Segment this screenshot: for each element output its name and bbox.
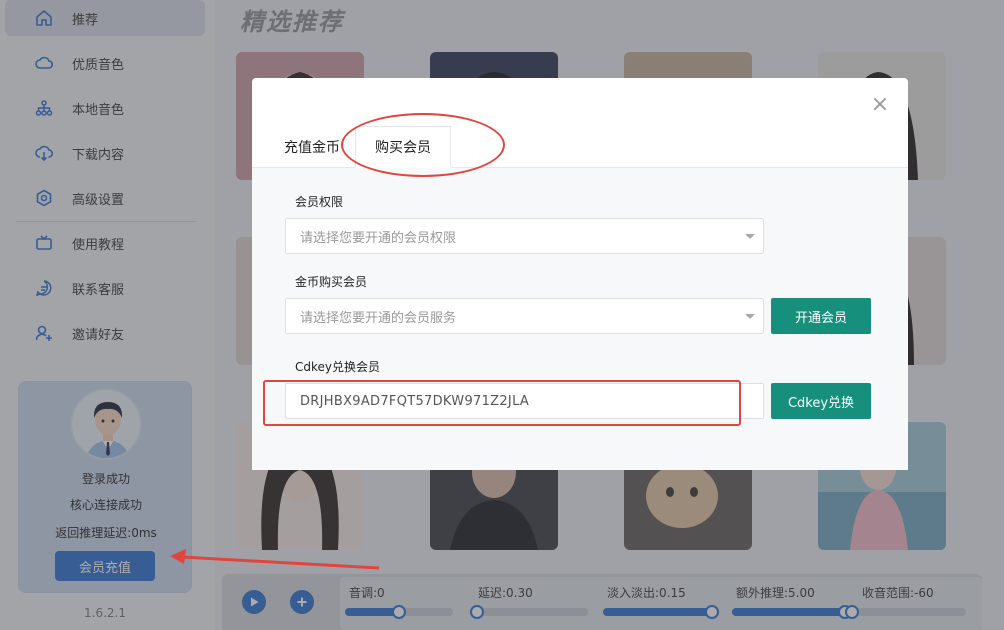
activate-membership-button[interactable]: 开通会员: [771, 298, 871, 334]
caret-down-icon: [745, 234, 755, 239]
close-icon[interactable]: ×: [870, 94, 890, 116]
select-placeholder: 请选择您要开通的会员服务: [300, 310, 457, 326]
annotation-rectangle: [263, 380, 741, 426]
select-placeholder: 请选择您要开通的会员权限: [300, 230, 457, 246]
membership-service-select[interactable]: 请选择您要开通的会员服务: [285, 298, 764, 334]
caret-down-icon: [745, 314, 755, 319]
cdkey-label: Cdkey兑换会员: [295, 360, 381, 374]
membership-rights-select[interactable]: 请选择您要开通的会员权限: [285, 218, 764, 254]
cdkey-redeem-button[interactable]: Cdkey兑换: [771, 383, 871, 419]
annotation-arrow: [170, 549, 380, 570]
coin-purchase-label: 金币购买会员: [295, 275, 368, 289]
membership-rights-label: 会员权限: [295, 195, 344, 209]
annotation-ellipse: [341, 113, 505, 177]
